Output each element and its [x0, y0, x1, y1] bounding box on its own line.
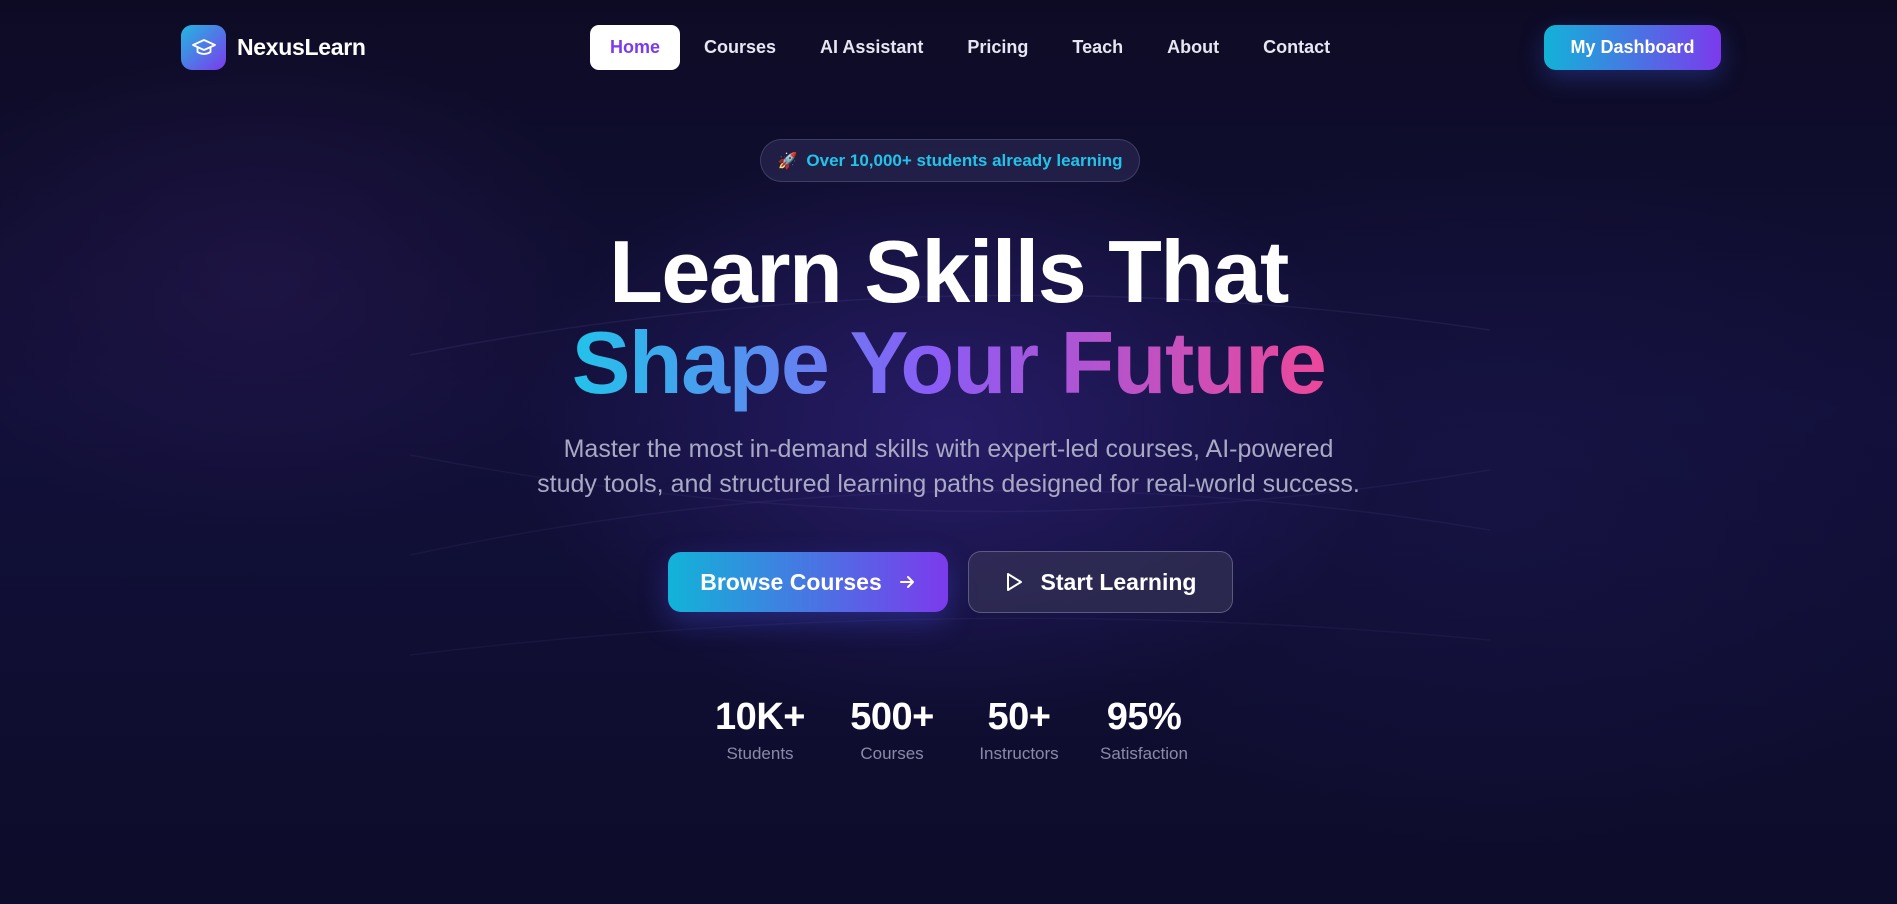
stat-value: 50+ [987, 696, 1051, 738]
stat-value: 500+ [850, 696, 934, 738]
nav-item-teach[interactable]: Teach [1052, 25, 1143, 70]
stat-value: 10K+ [715, 696, 805, 738]
stat-label: Instructors [979, 744, 1059, 763]
hero-title-gradient-text: Shape Your Future [571, 313, 1327, 412]
main-nav: Home Courses AI Assistant Pricing Teach … [590, 25, 1354, 70]
stat-label: Courses [860, 744, 924, 763]
brand-logo[interactable]: NexusLearn [181, 25, 366, 70]
nav-item-about[interactable]: About [1147, 25, 1239, 70]
stat-students: 10K+ Students [715, 694, 805, 766]
students-badge: 🚀 Over 10,000+ students already learning [760, 139, 1140, 182]
browse-courses-label: Browse Courses [700, 568, 882, 595]
stat-label: Satisfaction [1100, 744, 1188, 763]
browse-courses-button[interactable]: Browse Courses [668, 552, 948, 612]
stat-value: 95% [1106, 696, 1182, 738]
hero-title-line2: Shape Your Future [0, 313, 1897, 413]
stat-satisfaction: 95% Satisfaction [1100, 694, 1188, 766]
start-learning-button[interactable]: Start Learning [968, 551, 1233, 613]
start-learning-label: Start Learning [1040, 568, 1197, 595]
hero-subtitle: Master the most in-demand skills with ex… [0, 432, 1897, 502]
nav-item-pricing[interactable]: Pricing [947, 25, 1048, 70]
nav-item-ai-assistant[interactable]: AI Assistant [800, 25, 943, 70]
play-icon [1005, 572, 1023, 592]
badge-text: Over 10,000+ students already learning [806, 150, 1123, 170]
my-dashboard-button[interactable]: My Dashboard [1544, 25, 1721, 70]
stat-label: Students [726, 744, 794, 763]
stat-instructors: 50+ Instructors [979, 694, 1058, 766]
stat-courses: 500+ Courses [850, 694, 934, 766]
nav-item-home[interactable]: Home [590, 25, 681, 70]
rocket-icon: 🚀 [777, 152, 798, 170]
graduation-cap-icon [181, 25, 226, 70]
brand-name: NexusLearn [237, 34, 366, 60]
hero-subtitle-line2: study tools, and structured learning pat… [537, 470, 1360, 498]
nav-item-contact[interactable]: Contact [1243, 25, 1350, 70]
nav-item-courses[interactable]: Courses [684, 25, 796, 70]
hero-title-line1: Learn Skills That [609, 222, 1289, 321]
arrow-right-icon [898, 573, 916, 591]
hero-subtitle-line1: Master the most in-demand skills with ex… [563, 435, 1334, 463]
